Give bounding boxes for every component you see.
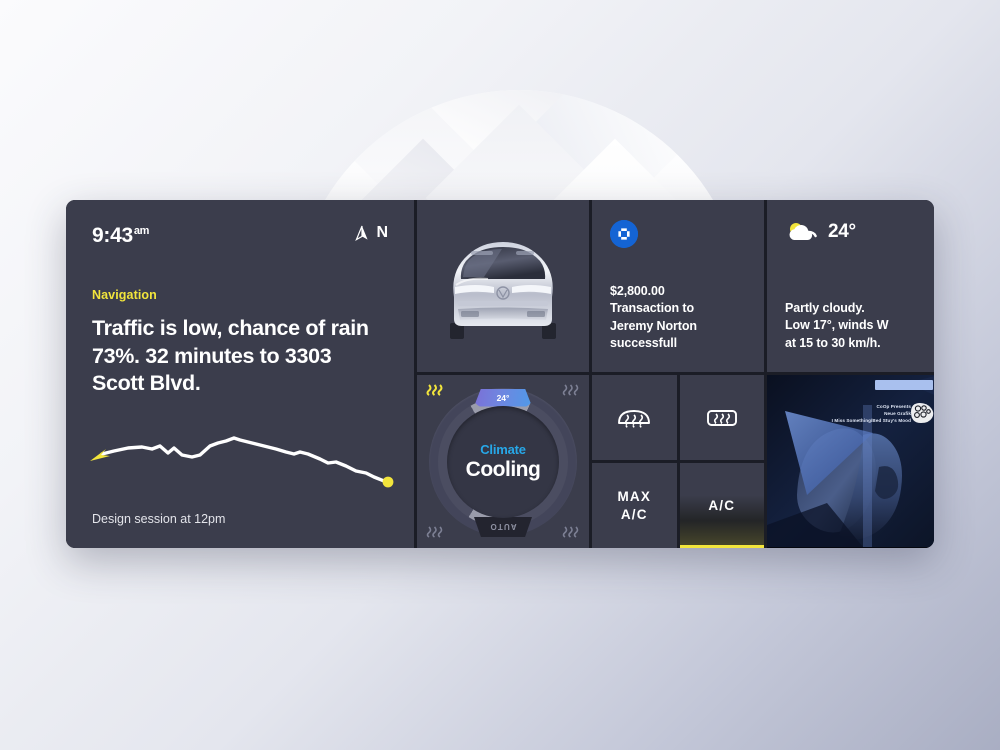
vehicle-panel[interactable] <box>417 200 589 372</box>
navigation-section-label: Navigation <box>92 288 157 302</box>
climate-mode-label: Cooling <box>465 457 541 481</box>
bank-logo-icon <box>610 220 638 248</box>
ac-button[interactable]: A/C <box>679 463 764 548</box>
compass-label: N <box>376 224 388 241</box>
transaction-panel[interactable]: $2,800.00 Transaction to Jeremy Norton s… <box>592 200 764 372</box>
rear-defrost-button[interactable] <box>679 375 764 460</box>
media-credit-line-1: CoOp Presents <box>876 404 911 409</box>
dial-inner-face: Climate Cooling <box>447 405 559 518</box>
dial-auto-segment[interactable]: AUTO <box>474 517 532 537</box>
climate-dial[interactable]: 24° AUTO Climate Cooling <box>429 387 577 537</box>
record-label-logo-icon <box>911 403 934 423</box>
media-credit-line-2: Neue Grafik <box>884 411 911 417</box>
rear-defrost-icon <box>706 409 737 426</box>
ac-label: A/C <box>708 497 736 513</box>
weather-line-3: at 15 to 30 km/h. <box>785 335 881 350</box>
front-defrost-icon <box>618 409 651 428</box>
media-progress-bar[interactable] <box>875 380 933 390</box>
weather-media-column: 24° Partly cloudy. Low 17°, winds W at 1… <box>767 200 934 548</box>
compass-needle-icon <box>355 225 369 241</box>
transaction-line-3: Jeremy Norton <box>610 318 697 333</box>
clock: 9:43am <box>92 224 149 248</box>
compass-indicator: N <box>355 224 388 242</box>
clock-meridiem: am <box>133 225 150 237</box>
weather-current: 24° <box>785 220 921 244</box>
weather-temperature: 24° <box>828 221 856 242</box>
vehicle-climate-column: 24° AUTO Climate Cooling <box>417 200 589 548</box>
media-credits: CoOp Presents Neue Grafik I Miss Somethi… <box>832 403 911 424</box>
climate-sub-label: Climate <box>480 441 526 457</box>
weather-panel[interactable]: 24° Partly cloudy. Low 17°, winds W at 1… <box>767 200 934 372</box>
dial-temperature-value: 24° <box>496 392 510 403</box>
navigation-panel[interactable]: 9:43am N Navigation Traffic is low, chan… <box>66 200 414 548</box>
media-credit-line-3: I Miss Something/Bed Stuy's Mood <box>831 418 911 424</box>
transaction-line-2: Transaction to <box>610 301 695 316</box>
route-chart <box>88 424 398 496</box>
front-defrost-button[interactable] <box>592 375 677 460</box>
transaction-details: $2,800.00 Transaction to Jeremy Norton s… <box>610 283 746 352</box>
dial-temperature-segment[interactable]: 24° <box>474 388 532 407</box>
navigation-status-bar: 9:43am N <box>92 224 388 248</box>
car-dashboard: 9:43am N Navigation Traffic is low, chan… <box>66 200 934 548</box>
media-player-panel[interactable]: CoOp Presents Neue Grafik I Miss Somethi… <box>767 375 934 548</box>
navigation-footer-note: Design session at 12pm <box>92 512 226 526</box>
transaction-controls-column: $2,800.00 Transaction to Jeremy Norton s… <box>592 200 764 548</box>
partly-cloudy-icon <box>789 223 817 241</box>
climate-panel[interactable]: 24° AUTO Climate Cooling <box>417 375 589 548</box>
navigation-headline: Traffic is low, chance of rain 73%. 32 m… <box>92 316 369 396</box>
climate-button-grid: MAX A/C A/C <box>592 375 764 548</box>
dial-auto-label: AUTO <box>489 522 517 531</box>
route-line-graphic <box>90 436 394 488</box>
weather-line-2: Low 17°, winds W <box>785 318 889 332</box>
transaction-amount: $2,800.00 <box>610 284 665 298</box>
weather-line-1: Partly cloudy. <box>785 300 865 315</box>
max-ac-line-1: MAX <box>617 488 652 504</box>
transaction-line-4: successfull <box>610 335 677 350</box>
max-ac-label: MAX A/C <box>617 488 651 524</box>
weather-forecast: Partly cloudy. Low 17°, winds W at 15 to… <box>785 300 921 353</box>
max-ac-button[interactable]: MAX A/C <box>592 463 677 548</box>
clock-time: 9:43 <box>92 224 133 247</box>
max-ac-line-2: A/C <box>620 506 648 522</box>
car-front-view-icon <box>450 242 556 339</box>
